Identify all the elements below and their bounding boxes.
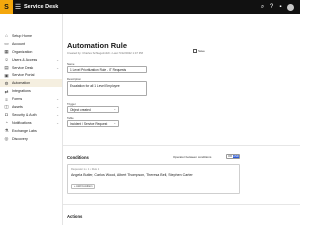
table-value: Incident / Service Request	[70, 121, 108, 126]
description-field[interactable]: Escalation for all 1 Level Employee	[67, 81, 147, 96]
sidebar-item-label: Forms	[12, 97, 23, 102]
trigger-dropdown[interactable]: Object created ⌄	[67, 106, 119, 113]
app-title: Service Desk	[24, 4, 59, 10]
chevron-down-icon: ⌄	[56, 112, 59, 117]
page-subtitle: Created by: Charles Schlegelmilch • Last…	[67, 51, 143, 55]
sidebar-item-forms[interactable]: ≡ Forms ⌄	[0, 95, 62, 103]
save-checkbox[interactable]	[193, 49, 197, 53]
sidebar-item-assets[interactable]: ◫ Assets ⌄	[0, 103, 62, 111]
home-icon: ⌂	[5, 33, 8, 39]
sidebar-item-label: Integrations	[12, 89, 31, 94]
help-icon[interactable]: ?	[267, 0, 276, 14]
sidebar-item-notifications[interactable]: ◔ Notifications ⌄	[0, 119, 62, 127]
main-content: Automation Rule Created by: Charles Schl…	[63, 14, 300, 225]
integrations-icon: ⇄	[4, 88, 9, 94]
chevron-down-icon: ⌄	[56, 104, 59, 109]
sidebar-item-label: Assets	[12, 104, 23, 109]
account-icon: ▭	[4, 41, 9, 47]
users-icon: ☺	[4, 57, 9, 63]
desk-icon: ▤	[4, 65, 9, 70]
sidebar-item-discovery[interactable]: ◎ Discovery	[0, 135, 62, 143]
sidebar-item-label: Account	[12, 41, 25, 46]
bell-icon: ◔	[5, 120, 8, 126]
brand-mark: S	[4, 3, 9, 11]
chevron-down-icon: ⌄	[56, 65, 59, 70]
portal-icon: ▣	[4, 72, 9, 78]
sidebar-item-label: Organization	[12, 49, 33, 54]
assets-icon: ◫	[4, 104, 9, 110]
sidebar-item-label: Discovery	[12, 136, 28, 141]
forms-icon: ≡	[5, 96, 8, 102]
brand-logo[interactable]: S	[0, 0, 13, 14]
section-divider	[63, 145, 300, 146]
sidebar-item-service-desk[interactable]: ▤ Service Desk ⌄	[0, 64, 62, 72]
sidebar-item-setup-home[interactable]: ⌂ Setup Home	[0, 32, 62, 40]
add-condition-button[interactable]: + Add Condition	[71, 184, 96, 189]
top-bar: S ☰ Service Desk ⌕ ? ▪	[0, 0, 300, 14]
actions-title: Actions	[67, 214, 83, 219]
sidebar-item-users-access[interactable]: ☺ Users & Access ⌄	[0, 56, 62, 64]
sidebar-item-label: Service Desk	[12, 65, 34, 70]
name-field[interactable]: 1 Level Prioritization Rule - IT Request…	[67, 66, 147, 73]
sidebar-item-label: Users & Access	[12, 57, 38, 62]
automation-icon: ⚙	[4, 80, 9, 86]
sidebar-item-security-auth[interactable]: ◘ Security & Auth ⌄	[0, 111, 62, 119]
condition-card[interactable]: Requester is • 1 • Rule 1 Angela Butler,…	[67, 164, 240, 194]
trigger-value: Object created	[70, 107, 91, 112]
building-icon: ▦	[4, 49, 9, 55]
sidebar-item-exchange-labs[interactable]: ⚗ Exchange Labs	[0, 127, 62, 135]
search-icon[interactable]: ⌕	[258, 0, 267, 14]
conditions-title: Conditions	[67, 155, 89, 160]
sidebar-item-account[interactable]: ▭ Account	[0, 40, 62, 48]
sidebar-item-label: Notifications	[12, 120, 32, 125]
sidebar-item-label: Exchange Labs	[12, 128, 37, 133]
sidebar: ⌂ Setup Home ▭ Account ▦ Organization ☺ User…	[0, 14, 63, 225]
sidebar-item-organization[interactable]: ▦ Organization	[0, 48, 62, 56]
sidebar-item-label: Security & Auth	[12, 112, 37, 117]
chevron-down-icon: ⌄	[56, 120, 59, 125]
condition-meta: Requester is • 1 • Rule 1	[71, 168, 100, 171]
save-label: Save	[198, 49, 205, 53]
condition-text: Angela Butler, Carlos Wood, Albert Thomp…	[71, 172, 193, 177]
discovery-icon: ◎	[4, 136, 9, 142]
notifications-icon[interactable]: ▪	[276, 0, 285, 14]
section-divider	[63, 204, 300, 205]
sidebar-item-integrations[interactable]: ⇄ Integrations	[0, 87, 62, 95]
avatar[interactable]	[287, 3, 294, 11]
operator-toggle[interactable]: OR AND	[226, 154, 240, 159]
chevron-down-icon: ⌄	[56, 57, 59, 62]
save-button[interactable]: Save	[193, 49, 205, 53]
chevron-down-icon: ⌄	[113, 121, 116, 125]
menu-icon[interactable]: ☰	[13, 0, 23, 14]
operator-option-and[interactable]: AND	[233, 155, 239, 158]
sidebar-item-label: Setup Home	[12, 33, 32, 38]
sidebar-item-automation[interactable]: ⚙ Automation	[0, 79, 62, 88]
sidebar-item-service-portal[interactable]: ▣ Service Portal	[0, 71, 62, 79]
chevron-down-icon: ⌄	[113, 107, 116, 111]
name-value: 1 Level Prioritization Rule - IT Request…	[70, 67, 127, 72]
operator-label: Operator between conditions	[173, 155, 212, 159]
lock-icon: ◘	[5, 112, 8, 118]
labs-icon: ⚗	[4, 128, 9, 134]
chevron-down-icon: ⌄	[56, 97, 59, 102]
table-dropdown[interactable]: Incident / Service Request ⌄	[67, 120, 119, 127]
page-title: Automation Rule	[67, 41, 127, 50]
sidebar-item-label: Service Portal	[12, 73, 35, 78]
sidebar-item-label: Automation	[12, 81, 31, 86]
description-value: Escalation for all 1 Level Employee	[70, 83, 120, 88]
